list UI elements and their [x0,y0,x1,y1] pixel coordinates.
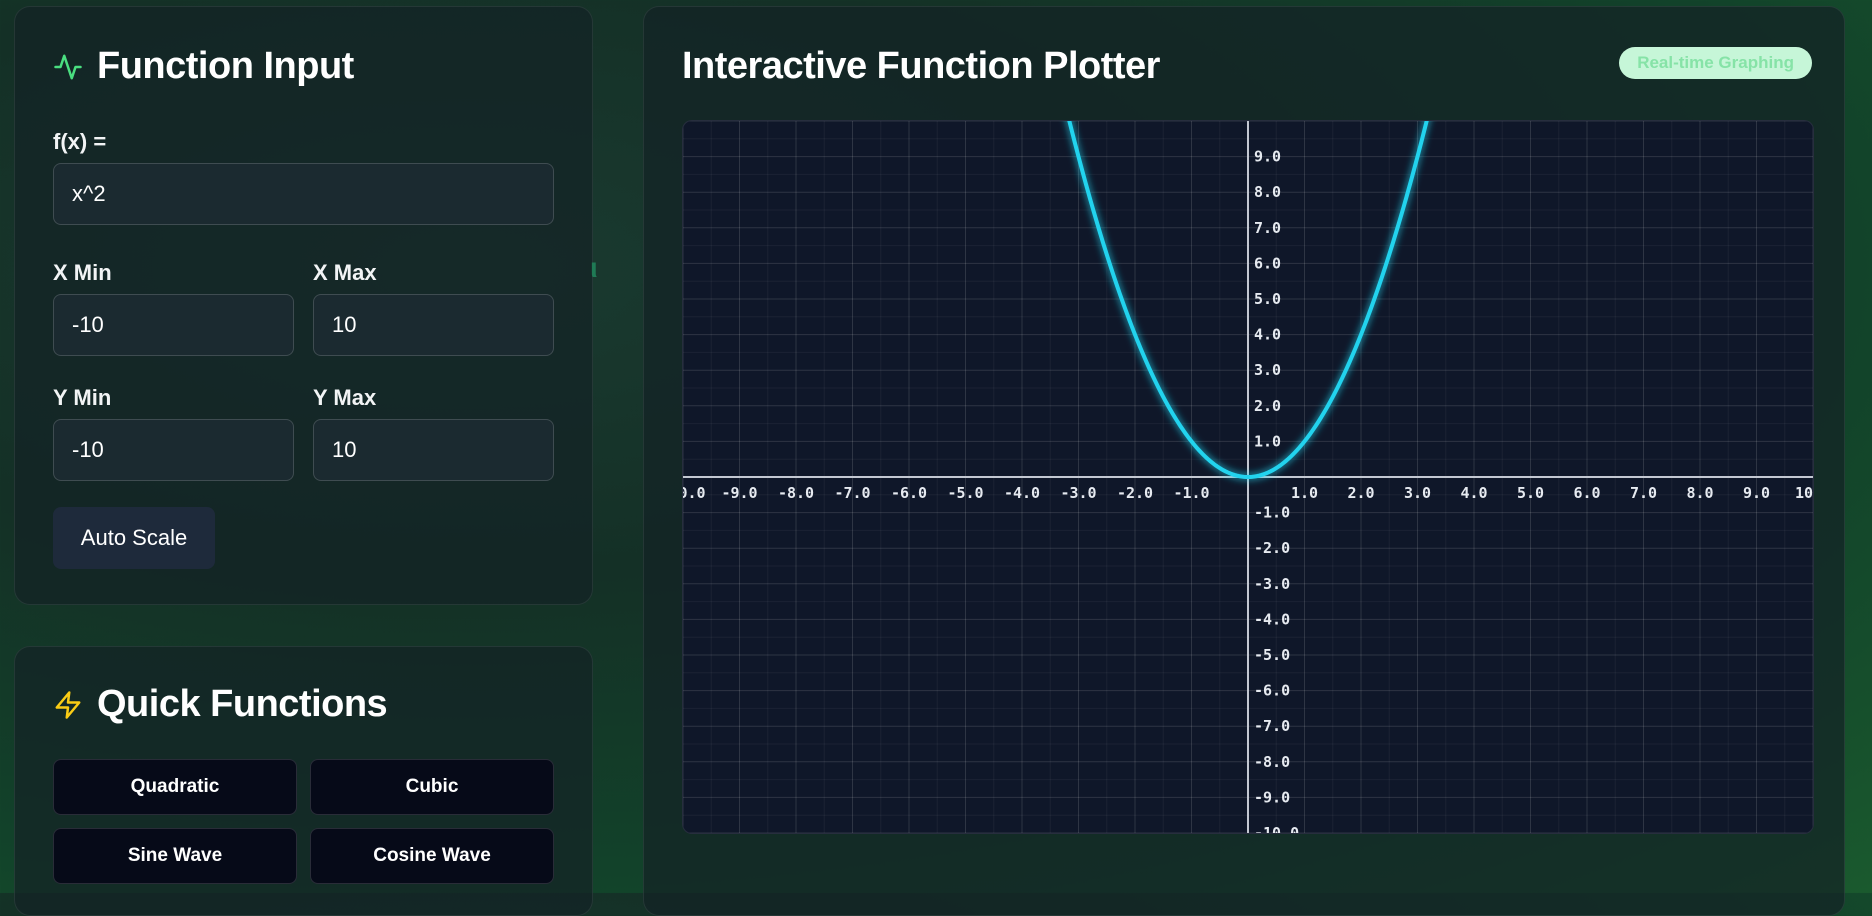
function-input-title-text: Function Input [97,45,354,87]
lightning-icon [55,690,81,719]
ymin-input[interactable] [53,419,294,481]
x-tick-label: 10.0 [1795,484,1813,502]
x-tick-label: -3.0 [1060,484,1096,502]
y-tick-label: 8.0 [1254,183,1281,201]
x-tick-label: -2.0 [1117,484,1153,502]
ymax-label: Y Max [313,385,377,410]
ymin-label: Y Min [53,385,112,410]
xmax-label: X Max [313,260,377,285]
y-tick-label: -10.0 [1254,824,1299,833]
plotter-title: Interactive Function Plotter [682,45,1160,88]
y-tick-label: 1.0 [1254,432,1281,450]
x-tick-label: -6.0 [891,484,927,502]
y-tick-label: -2.0 [1254,539,1290,557]
x-tick-label: -5.0 [947,484,983,502]
x-tick-label: 3.0 [1404,484,1431,502]
function-graph: -10.0 -9.0 -8.0 -7.0 -6.0 -5.0 -4.0 -3.0 -2.0 -1.… [683,121,1813,833]
realtime-badge: Real-time Graphing [1619,47,1812,79]
sine-wave-button[interactable]: Sine Wave [53,828,297,884]
function-input-panel: Function Input f(x) = X Min X Max Y Min … [14,6,593,605]
y-tick-label: -8.0 [1254,753,1290,771]
xmin-input[interactable] [53,294,294,356]
cosine-wave-button[interactable]: Cosine Wave [310,828,554,884]
x-tick-label: 4.0 [1460,484,1487,502]
y-tick-label: -1.0 [1254,504,1290,522]
x-tick-label: 6.0 [1573,484,1600,502]
fx-label: f(x) = [53,129,107,154]
y-tick-label: -3.0 [1254,575,1290,593]
y-tick-label: 9.0 [1254,148,1281,166]
y-tick-label: 4.0 [1254,326,1281,344]
auto-scale-button[interactable]: Auto Scale [53,507,215,569]
y-tick-label: -7.0 [1254,717,1290,735]
plotter-title-text: Interactive Function Plotter [682,45,1160,87]
function-expression-input[interactable] [53,163,554,225]
y-tick-label: -5.0 [1254,646,1290,664]
y-tick-label: 2.0 [1254,397,1281,415]
y-tick-label: 7.0 [1254,219,1281,237]
y-tick-label: -6.0 [1254,682,1290,700]
y-tick-label: 3.0 [1254,361,1281,379]
y-tick-label: -9.0 [1254,788,1290,806]
x-tick-label: -7.0 [834,484,870,502]
ymax-input[interactable] [313,419,554,481]
y-tick-label: 6.0 [1254,254,1281,272]
x-tick-label: -9.0 [721,484,757,502]
x-tick-label: -4.0 [1004,484,1040,502]
quick-functions-title: Quick Functions [53,683,388,726]
xmax-input[interactable] [313,294,554,356]
x-tick-label: 8.0 [1686,484,1713,502]
x-tick-label: 9.0 [1743,484,1770,502]
background-glyph: ι [590,252,598,283]
plot-canvas[interactable]: -10.0 -9.0 -8.0 -7.0 -6.0 -5.0 -4.0 -3.0 -2.0 -1.… [682,120,1814,834]
xmin-label: X Min [53,260,112,285]
y-tick-label: 5.0 [1254,290,1281,308]
plotter-panel: Interactive Function Plotter Real-time G… [643,6,1845,916]
x-tick-label: -10.0 [683,484,706,502]
activity-icon [54,54,82,79]
y-tick-label: -4.0 [1254,610,1290,628]
x-tick-label: 1.0 [1291,484,1318,502]
x-tick-label: 7.0 [1630,484,1657,502]
x-tick-label: 5.0 [1517,484,1544,502]
x-tick-label: -8.0 [778,484,814,502]
x-tick-label: -1.0 [1173,484,1209,502]
cubic-button[interactable]: Cubic [310,759,554,815]
quick-functions-panel: Quick Functions Quadratic Cubic Sine Wav… [14,646,593,916]
function-input-title: Function Input [53,45,354,88]
quadratic-button[interactable]: Quadratic [53,759,297,815]
x-tick-label: 2.0 [1347,484,1374,502]
quick-functions-title-text: Quick Functions [97,683,388,725]
